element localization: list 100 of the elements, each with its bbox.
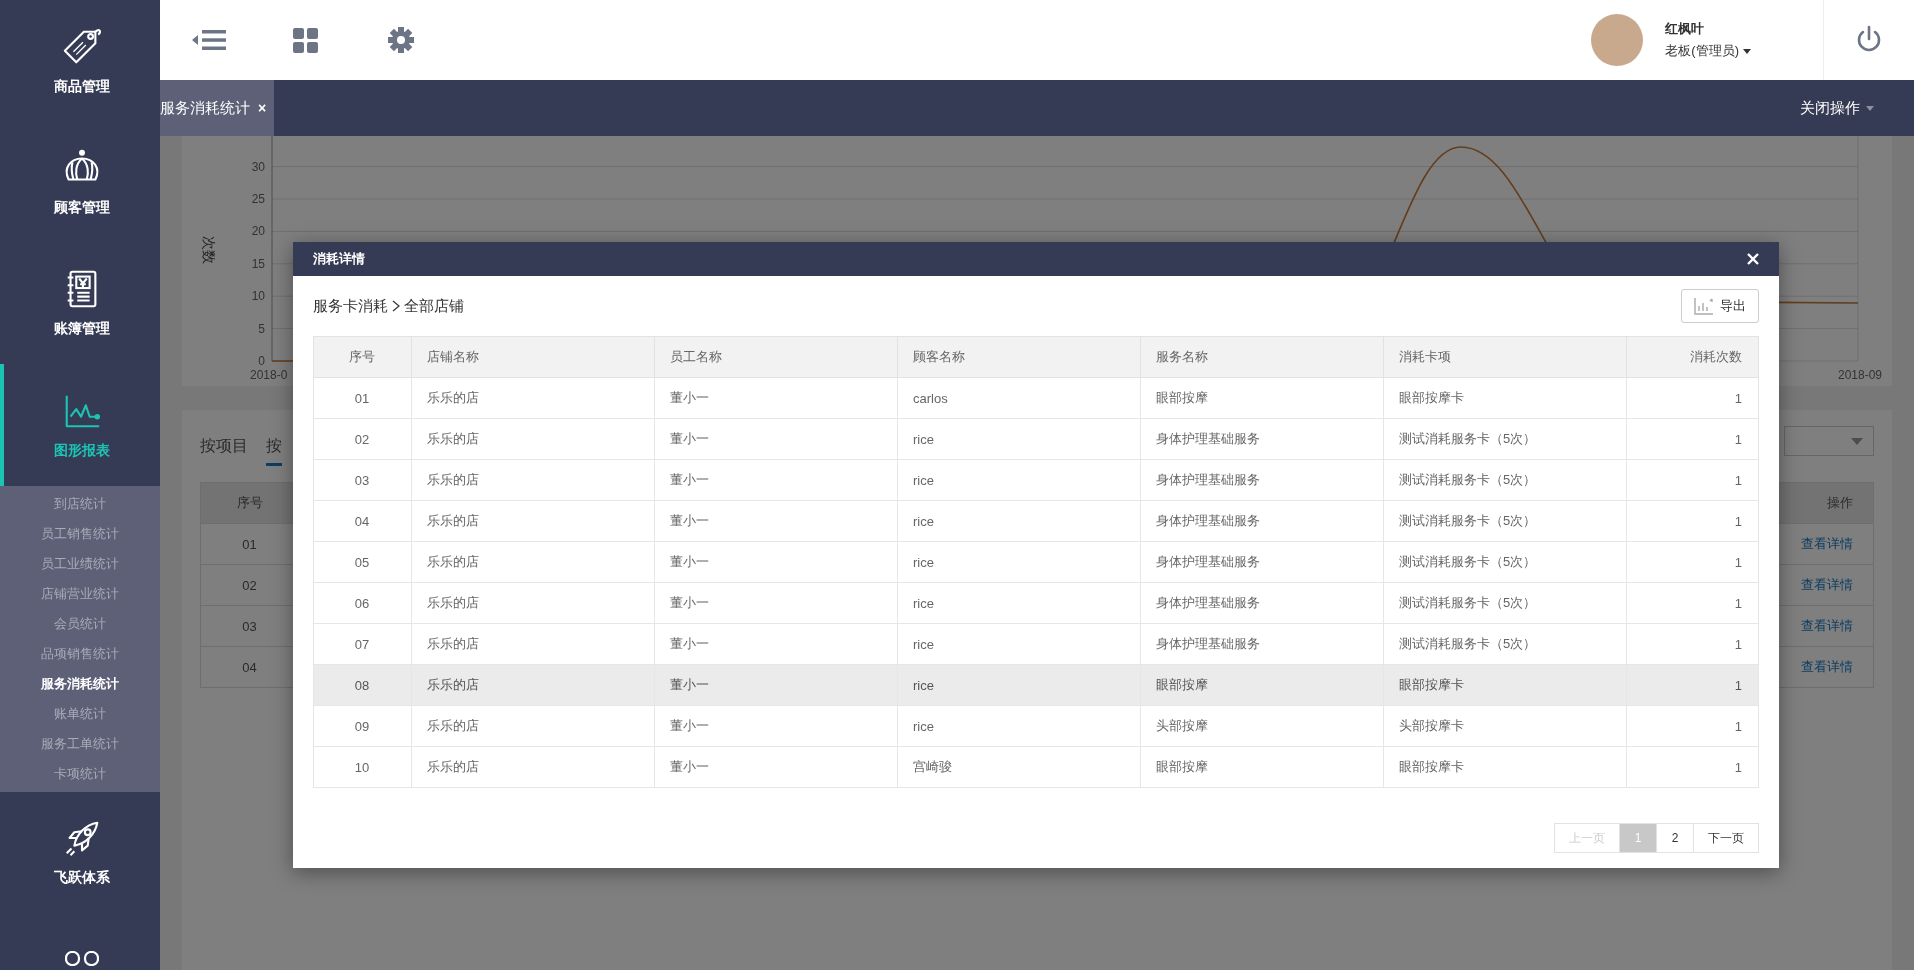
axis-tick-label: 30 (251, 159, 265, 174)
axis-tick-label: 25 (251, 192, 265, 206)
table-cell: 乐乐的店 (411, 705, 655, 747)
table-cell: 测试消耗服务卡（5次） (1383, 541, 1627, 583)
table-cell: 测试消耗服务卡（5次） (1383, 623, 1627, 665)
table-cell: 1 (1626, 664, 1759, 706)
table-cell: 1 (1626, 705, 1759, 747)
breadcrumb-item: 全部店铺 (404, 296, 464, 316)
table-cell: 07 (313, 623, 412, 665)
filter-tab[interactable]: 按项目 (200, 436, 248, 466)
table-cell: 董小一 (654, 418, 898, 460)
breadcrumb-item[interactable]: 服务卡消耗 (313, 296, 388, 316)
axis-tick-label: 5 (258, 321, 265, 336)
column-header: 序号 (313, 336, 412, 378)
table-cell: 董小一 (654, 582, 898, 624)
table-cell: rice (897, 459, 1141, 501)
sidebar-item[interactable]: 账簿管理 (0, 242, 160, 365)
table-cell: rice (897, 418, 1141, 460)
submenu-item[interactable]: 品项销售统计 (0, 638, 160, 669)
table-cell: 乐乐的店 (411, 377, 655, 419)
column-header: 消耗次数 (1626, 336, 1759, 378)
table-cell: 董小一 (654, 623, 898, 665)
table-cell: 1 (1626, 377, 1759, 419)
table-cell: rice (897, 500, 1141, 542)
next-page-button[interactable]: 下一页 (1693, 823, 1759, 853)
submenu-item[interactable]: 到店统计 (0, 488, 160, 519)
submenu-item[interactable]: 服务工单统计 (0, 728, 160, 759)
sidebar-item[interactable]: 商品管理 (0, 0, 160, 122)
table-cell: 1 (1626, 541, 1759, 583)
axis-tick-label: 0 (258, 354, 265, 368)
export-button[interactable]: 导出 (1681, 289, 1759, 323)
table-cell: 1 (1626, 418, 1759, 460)
column-header: 店铺名称 (411, 336, 655, 378)
table-cell: 董小一 (654, 541, 898, 583)
table-cell: 03 (313, 459, 412, 501)
table-cell: 1 (1626, 582, 1759, 624)
table-cell: 眼部按摩 (1140, 377, 1384, 419)
submenu-item[interactable]: 店铺营业统计 (0, 578, 160, 609)
view-details-link[interactable]: 查看详情 (1801, 536, 1853, 551)
table-cell: 乐乐的店 (411, 459, 655, 501)
table-cell: 1 (1626, 623, 1759, 665)
view-details-link[interactable]: 查看详情 (1801, 618, 1853, 633)
table-cell: rice (897, 541, 1141, 583)
table-cell: 眼部按摩卡 (1383, 664, 1627, 706)
table-cell: 乐乐的店 (411, 418, 655, 460)
table-cell: 09 (313, 705, 412, 747)
table-cell: 眼部按摩卡 (1383, 377, 1627, 419)
table-cell: rice (897, 705, 1141, 747)
filter-tab[interactable]: 按 (266, 436, 282, 466)
submenu-item[interactable]: 员工销售统计 (0, 518, 160, 549)
chevron-right-icon (392, 300, 400, 312)
sidebar-item[interactable]: 顾客管理 (0, 121, 160, 243)
table-cell: 董小一 (654, 705, 898, 747)
table-cell: 乐乐的店 (411, 623, 655, 665)
view-details-link[interactable]: 查看详情 (1801, 659, 1853, 674)
close-operations-menu[interactable]: 关闭操作 (1800, 98, 1860, 118)
table-cell: 董小一 (654, 459, 898, 501)
table-cell: 乐乐的店 (411, 664, 655, 706)
table-cell: 身体护理基础服务 (1140, 459, 1384, 501)
table-cell: 乐乐的店 (411, 582, 655, 624)
page-number-button[interactable]: 2 (1656, 823, 1694, 853)
page-tab[interactable]: 服务消耗统计 × (160, 80, 275, 136)
table-cell: rice (897, 664, 1141, 706)
table-cell: rice (897, 582, 1141, 624)
table-cell: 06 (313, 582, 412, 624)
user-role[interactable]: 老板(管理员) (1665, 42, 1739, 60)
caret-icon[interactable] (1743, 48, 1751, 54)
table-cell: 乐乐的店 (411, 500, 655, 542)
table-cell: 头部按摩卡 (1383, 705, 1627, 747)
table-cell: 测试消耗服务卡（5次） (1383, 500, 1627, 542)
tab-close-button[interactable]: × (258, 100, 267, 116)
table-cell: 1 (1626, 500, 1759, 542)
table-cell: carlos (897, 377, 1141, 419)
submenu-item[interactable]: 员工业绩统计 (0, 548, 160, 579)
table-cell: 02 (313, 418, 412, 460)
table-cell: 眼部按摩 (1140, 664, 1384, 706)
table-cell: 乐乐的店 (411, 746, 655, 788)
group-icon (65, 951, 99, 966)
user-name: 红枫叶 (1665, 20, 1706, 38)
table-cell: 身体护理基础服务 (1140, 418, 1384, 460)
table-cell: 眼部按摩 (1140, 746, 1384, 788)
submenu-item[interactable]: 卡项统计 (0, 758, 160, 789)
table-cell: 身体护理基础服务 (1140, 500, 1384, 542)
sidebar-item[interactable]: 飞跃体系 (0, 791, 160, 913)
column-header: 服务名称 (1140, 336, 1384, 378)
table-cell: 头部按摩 (1140, 705, 1384, 747)
submenu-item[interactable]: 账单统计 (0, 698, 160, 729)
table-cell: 宫崎骏 (897, 746, 1141, 788)
table-cell: 05 (313, 541, 412, 583)
axis-tick-label: 20 (251, 224, 265, 239)
table-cell: 1 (1626, 459, 1759, 501)
submenu-item[interactable]: 服务消耗统计 (0, 668, 160, 699)
submenu-item[interactable]: 会员统计 (0, 608, 160, 639)
column-header: 员工名称 (654, 336, 898, 378)
close-icon[interactable] (1747, 253, 1759, 265)
table-cell: 乐乐的店 (411, 541, 655, 583)
table-cell: 01 (313, 377, 412, 419)
table-cell: 董小一 (654, 664, 898, 706)
view-details-link[interactable]: 查看详情 (1801, 577, 1853, 592)
table-cell: 测试消耗服务卡（5次） (1383, 582, 1627, 624)
